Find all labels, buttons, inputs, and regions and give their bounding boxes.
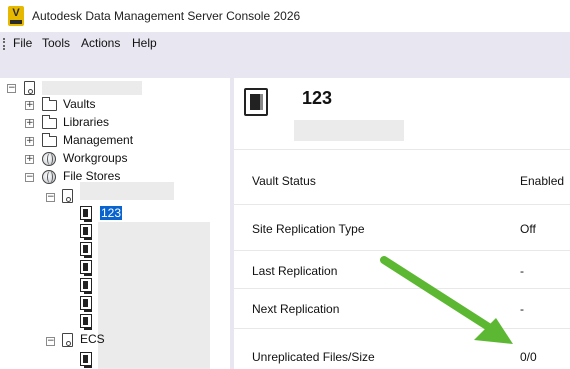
property-value: Enabled [520,174,565,188]
expand-vaults-icon[interactable]: + [25,101,34,110]
server-icon [62,189,73,203]
redacted-server-name [42,81,142,95]
vault-store-icon [244,88,268,116]
title-bar: V Autodesk Data Management Server Consol… [0,0,570,32]
property-row-last-replication: Last Replication - [234,250,570,288]
tree-item-store-123[interactable]: 123 [100,206,123,220]
vault-app-logo-icon: V [8,6,24,26]
tree-item-file-stores[interactable]: File Stores [63,169,120,183]
collapse-ecs-server-icon[interactable]: − [46,337,55,346]
vault-icon [80,314,92,330]
globe-icon [42,170,56,184]
tree-item-libraries[interactable]: Libraries [63,115,109,129]
globe-icon [42,152,56,166]
menu-bar: File Tools Actions Help [0,32,570,78]
property-row-site-replication: Site Replication Type Off [234,204,570,250]
collapse-store-server-icon[interactable]: − [46,193,55,202]
vault-icon [80,296,92,312]
vault-icon [80,206,92,222]
window-title: Autodesk Data Management Server Console … [32,9,301,23]
redacted-store-names [98,222,210,369]
expand-management-icon[interactable]: + [25,137,34,146]
vault-icon [80,278,92,294]
tree-item-management[interactable]: Management [63,133,133,147]
folder-icon [42,115,57,129]
property-label: Last Replication [252,264,338,278]
property-value: - [520,264,524,278]
vault-icon [80,260,92,276]
menu-file[interactable]: File [13,36,32,50]
server-icon [24,81,35,95]
collapse-root-icon[interactable]: − [7,84,16,93]
property-row-next-replication: Next Replication - [234,288,570,328]
collapse-file-stores-icon[interactable]: − [25,173,34,182]
expand-libraries-icon[interactable]: + [25,119,34,128]
vault-icon [80,224,92,240]
property-label: Site Replication Type [252,222,365,236]
property-value: 0/0 [520,350,537,364]
property-value: - [520,302,524,316]
property-label: Vault Status [252,174,316,188]
detail-title: 123 [302,88,333,108]
menu-actions[interactable]: Actions [81,36,120,50]
expand-workgroups-icon[interactable]: + [25,155,34,164]
vault-icon [80,352,92,368]
menu-help[interactable]: Help [132,36,157,50]
folder-icon [42,97,57,111]
server-icon [62,333,73,347]
property-label: Next Replication [252,302,340,316]
tree-item-workgroups[interactable]: Workgroups [63,151,127,165]
navigation-tree[interactable]: − + Vaults + Libraries + Management + Wo… [0,78,230,369]
vault-icon [80,242,92,258]
folder-icon [42,133,57,147]
property-row-vault-status: Vault Status Enabled [234,158,570,204]
property-row-unreplicated-files: Unreplicated Files/Size 0/0 [234,328,570,369]
redacted-store-server-name [80,182,174,200]
tree-item-vaults[interactable]: Vaults [63,97,95,111]
property-label: Unreplicated Files/Size [252,350,375,364]
details-panel: 123 Vault Status Enabled Site Replicatio… [234,78,570,369]
menu-grip-icon [3,38,5,50]
tree-item-ecs-server[interactable]: ECS [80,332,105,346]
property-value: Off [520,222,536,236]
redacted-subtitle [294,120,404,141]
menu-tools[interactable]: Tools [42,36,70,50]
